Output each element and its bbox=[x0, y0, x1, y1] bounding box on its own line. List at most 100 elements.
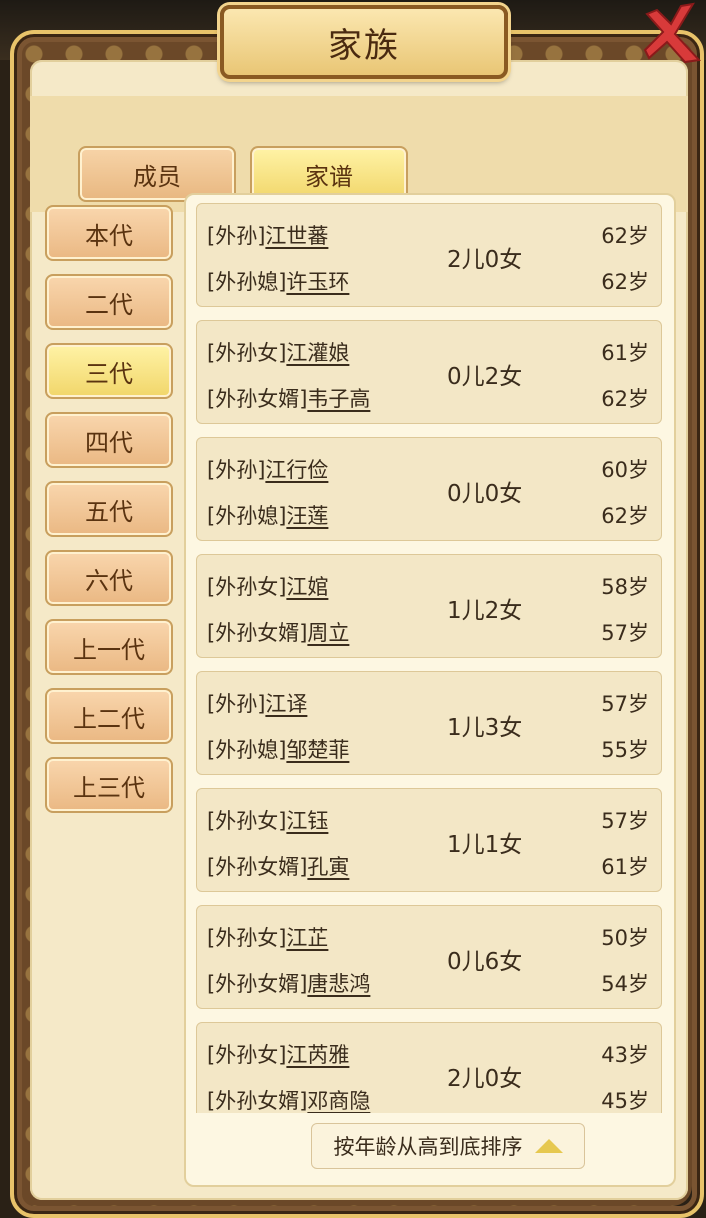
gen-label: 三代 bbox=[85, 359, 133, 388]
title-plaque: 家族 bbox=[220, 5, 508, 79]
member-name[interactable]: 江芷 bbox=[286, 926, 328, 950]
member-age: 57岁 bbox=[601, 809, 649, 833]
close-x-icon bbox=[643, 2, 701, 64]
list-item[interactable]: [外孙女]江芷 [外孙女婿]唐悲鸿 0儿6女 50岁 54岁 bbox=[196, 905, 662, 1009]
close-button[interactable] bbox=[640, 0, 702, 70]
member-name[interactable]: 许玉环 bbox=[286, 270, 349, 294]
window-title: 家族 bbox=[328, 25, 400, 66]
member-age: 43岁 bbox=[601, 1043, 649, 1067]
list-item[interactable]: [外孙女]江芮雅 [外孙女婿]邓商隐 2儿0女 43岁 45岁 bbox=[196, 1022, 662, 1113]
relation-label: [外孙女] bbox=[207, 575, 287, 599]
children-count: 2儿0女 bbox=[447, 1066, 523, 1092]
member-row-2: [外孙媳]汪莲 bbox=[207, 500, 328, 530]
member-row-1: [外孙女]江灌娘 bbox=[207, 337, 349, 367]
member-name[interactable]: 江世蕃 bbox=[265, 224, 328, 248]
member-name[interactable]: 邓商隐 bbox=[307, 1089, 370, 1113]
tab-family-tree-label: 家谱 bbox=[305, 162, 353, 191]
member-row-2: [外孙女婿]唐悲鸿 bbox=[207, 968, 370, 998]
gen-button-prev3[interactable]: 上三代 bbox=[45, 757, 173, 813]
list-item[interactable]: [外孙女]江钰 [外孙女婿]孔寅 1儿1女 57岁 61岁 bbox=[196, 788, 662, 892]
member-name[interactable]: 江芮雅 bbox=[286, 1043, 349, 1067]
member-row-2: [外孙媳]邹楚菲 bbox=[207, 734, 349, 764]
gen-label: 上一代 bbox=[73, 635, 145, 664]
sort-by-age-button[interactable]: 按年龄从高到底排序 bbox=[311, 1123, 585, 1169]
member-name[interactable]: 韦子高 bbox=[307, 387, 370, 411]
member-age: 54岁 bbox=[601, 972, 649, 996]
children-count: 0儿6女 bbox=[447, 949, 523, 975]
gen-label: 六代 bbox=[85, 566, 133, 595]
relation-label: [外孙女] bbox=[207, 926, 287, 950]
member-age: 57岁 bbox=[601, 692, 649, 716]
relation-label: [外孙女婿] bbox=[207, 1089, 308, 1113]
gen-label: 上三代 bbox=[73, 773, 145, 802]
children-count: 1儿3女 bbox=[447, 715, 523, 741]
member-name[interactable]: 邹楚菲 bbox=[286, 738, 349, 762]
relation-label: [外孙女] bbox=[207, 1043, 287, 1067]
list-item[interactable]: [外孙女]江灌娘 [外孙女婿]韦子高 0儿2女 61岁 62岁 bbox=[196, 320, 662, 424]
list-item[interactable]: [外孙]江世蕃 [外孙媳]许玉环 2儿0女 62岁 62岁 bbox=[196, 203, 662, 307]
children-count: 0儿2女 bbox=[447, 364, 523, 390]
member-name[interactable]: 江灌娘 bbox=[286, 341, 349, 365]
children-count: 2儿0女 bbox=[447, 247, 523, 273]
member-name[interactable]: 江行俭 bbox=[265, 458, 328, 482]
member-row-1: [外孙]江世蕃 bbox=[207, 220, 328, 250]
gen-button-4[interactable]: 四代 bbox=[45, 412, 173, 468]
member-age: 61岁 bbox=[601, 341, 649, 365]
member-name[interactable]: 孔寅 bbox=[307, 855, 349, 879]
member-row-1: [外孙]江译 bbox=[207, 688, 307, 718]
relation-label: [外孙女] bbox=[207, 341, 287, 365]
member-age: 55岁 bbox=[601, 738, 649, 762]
member-row-2: [外孙女婿]邓商隐 bbox=[207, 1085, 370, 1113]
list-item[interactable]: [外孙]江行俭 [外孙媳]汪莲 0儿0女 60岁 62岁 bbox=[196, 437, 662, 541]
sort-label: 按年龄从高到底排序 bbox=[333, 1135, 523, 1159]
relation-label: [外孙媳] bbox=[207, 738, 287, 762]
member-age: 50岁 bbox=[601, 926, 649, 950]
gen-label: 上二代 bbox=[73, 704, 145, 733]
gen-button-6[interactable]: 六代 bbox=[45, 550, 173, 606]
relation-label: [外孙女] bbox=[207, 809, 287, 833]
gen-button-3[interactable]: 三代 bbox=[45, 343, 173, 399]
relation-label: [外孙] bbox=[207, 458, 266, 482]
member-row-2: [外孙女婿]孔寅 bbox=[207, 851, 349, 881]
member-name[interactable]: 周立 bbox=[307, 621, 349, 645]
relation-label: [外孙媳] bbox=[207, 270, 287, 294]
gen-label: 二代 bbox=[85, 290, 133, 319]
triangle-up-icon bbox=[534, 1139, 563, 1153]
member-age: 61岁 bbox=[601, 855, 649, 879]
gen-button-5[interactable]: 五代 bbox=[45, 481, 173, 537]
member-row-1: [外孙]江行俭 bbox=[207, 454, 328, 484]
list-item[interactable]: [外孙]江译 [外孙媳]邹楚菲 1儿3女 57岁 55岁 bbox=[196, 671, 662, 775]
relation-label: [外孙女婿] bbox=[207, 972, 308, 996]
member-name[interactable]: 汪莲 bbox=[286, 504, 328, 528]
member-row-1: [外孙女]江芮雅 bbox=[207, 1039, 349, 1069]
member-age: 45岁 bbox=[601, 1089, 649, 1113]
member-name[interactable]: 唐悲鸿 bbox=[307, 972, 370, 996]
member-row-1: [外孙女]江钰 bbox=[207, 805, 328, 835]
member-age: 60岁 bbox=[601, 458, 649, 482]
children-count: 0儿0女 bbox=[447, 481, 523, 507]
member-row-2: [外孙女婿]韦子高 bbox=[207, 383, 370, 413]
gen-button-1[interactable]: 本代 bbox=[45, 205, 173, 261]
relation-label: [外孙] bbox=[207, 692, 266, 716]
member-row-2: [外孙媳]许玉环 bbox=[207, 266, 349, 296]
gen-label: 五代 bbox=[85, 497, 133, 526]
gen-button-2[interactable]: 二代 bbox=[45, 274, 173, 330]
member-name[interactable]: 江钰 bbox=[286, 809, 328, 833]
member-name[interactable]: 江婠 bbox=[286, 575, 328, 599]
list-item[interactable]: [外孙女]江婠 [外孙女婿]周立 1儿2女 58岁 57岁 bbox=[196, 554, 662, 658]
member-row-1: [外孙女]江芷 bbox=[207, 922, 328, 952]
gen-button-prev1[interactable]: 上一代 bbox=[45, 619, 173, 675]
member-row-1: [外孙女]江婠 bbox=[207, 571, 328, 601]
member-row-2: [外孙女婿]周立 bbox=[207, 617, 349, 647]
member-age: 57岁 bbox=[601, 621, 649, 645]
tab-members-label: 成员 bbox=[133, 162, 181, 191]
gen-label: 本代 bbox=[85, 221, 133, 250]
member-age: 58岁 bbox=[601, 575, 649, 599]
relation-label: [外孙女婿] bbox=[207, 855, 308, 879]
member-age: 62岁 bbox=[601, 224, 649, 248]
member-name[interactable]: 江译 bbox=[265, 692, 307, 716]
family-list[interactable]: [外孙]江世蕃 [外孙媳]许玉环 2儿0女 62岁 62岁 [外孙女]江灌娘 [… bbox=[196, 203, 662, 1113]
member-age: 62岁 bbox=[601, 270, 649, 294]
relation-label: [外孙女婿] bbox=[207, 621, 308, 645]
gen-button-prev2[interactable]: 上二代 bbox=[45, 688, 173, 744]
